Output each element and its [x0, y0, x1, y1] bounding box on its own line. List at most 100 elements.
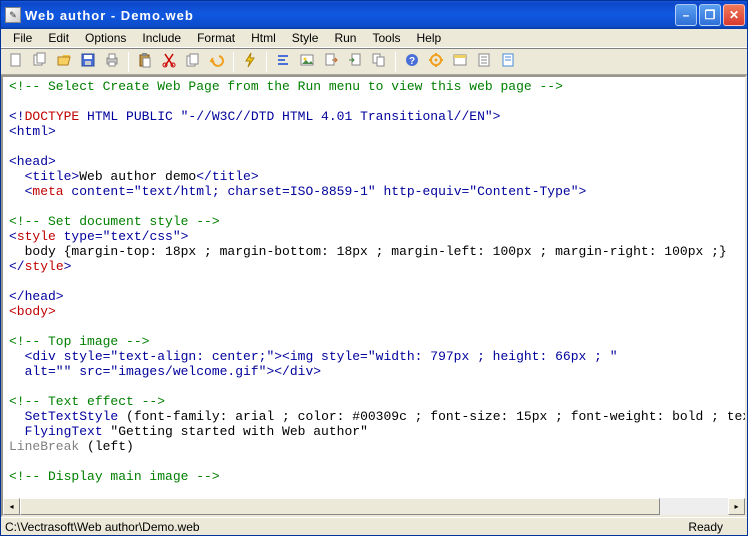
close-button[interactable]: ✕	[723, 4, 745, 26]
paste-button[interactable]	[134, 51, 156, 73]
gear-button[interactable]	[425, 51, 447, 73]
toolbar: ?	[1, 48, 747, 75]
new-icon	[8, 52, 24, 71]
code-line: <head>	[9, 154, 743, 169]
code-line: <html>	[9, 124, 743, 139]
scroll-right-button[interactable]: ▸	[728, 498, 745, 515]
copy-icon	[185, 52, 201, 71]
save-button[interactable]	[77, 51, 99, 73]
doc-out-button[interactable]	[320, 51, 342, 73]
code-line: <style type="text/css">	[9, 229, 743, 244]
code-line: <!-- Top image -->	[9, 334, 743, 349]
code-line: <!-- Set document style -->	[9, 214, 743, 229]
scroll-left-button[interactable]: ◂	[3, 498, 20, 515]
lightning-button[interactable]	[239, 51, 261, 73]
menu-style[interactable]: Style	[284, 30, 327, 46]
save-icon	[80, 52, 96, 71]
image-button[interactable]	[296, 51, 318, 73]
menu-help[interactable]: Help	[409, 30, 450, 46]
minimize-button[interactable]: –	[675, 4, 697, 26]
separator	[128, 52, 129, 72]
cut-button[interactable]	[158, 51, 180, 73]
page-icon	[476, 52, 492, 71]
code-line	[9, 94, 743, 109]
separator	[266, 52, 267, 72]
open-button[interactable]	[53, 51, 75, 73]
menu-file[interactable]: File	[5, 30, 40, 46]
lightning-icon	[242, 52, 258, 71]
code-line: alt="" src="images/welcome.gif"></div>	[9, 364, 743, 379]
code-line: <body>	[9, 304, 743, 319]
status-path: C:\Vectrasoft\Web author\Demo.web	[5, 520, 200, 534]
page2-icon	[500, 52, 516, 71]
menu-html[interactable]: Html	[243, 30, 284, 46]
print-icon	[104, 52, 120, 71]
code-line: LineBreak (left)	[9, 439, 743, 454]
menubar: FileEditOptionsIncludeFormatHtmlStyleRun…	[1, 29, 747, 48]
code-line: FlyingText "Getting started with Web aut…	[9, 424, 743, 439]
code-line: <!-- Display main image -->	[9, 469, 743, 484]
status-ready: Ready	[688, 520, 723, 534]
paste-icon	[137, 52, 153, 71]
doc-dup-icon	[371, 52, 387, 71]
page2-button[interactable]	[497, 51, 519, 73]
code-line: <meta content="text/html; charset=ISO-88…	[9, 184, 743, 199]
para-left-icon	[275, 52, 291, 71]
print-button[interactable]	[101, 51, 123, 73]
window-icon	[452, 52, 468, 71]
undo-icon	[209, 52, 225, 71]
menu-tools[interactable]: Tools	[364, 30, 408, 46]
app-icon: ✎	[5, 7, 21, 23]
open-icon	[56, 52, 72, 71]
code-line	[9, 454, 743, 469]
code-line	[9, 199, 743, 214]
code-line: </style>	[9, 259, 743, 274]
menu-include[interactable]: Include	[134, 30, 189, 46]
doc-dup-button[interactable]	[368, 51, 390, 73]
new-button[interactable]	[5, 51, 27, 73]
page-button[interactable]	[473, 51, 495, 73]
code-line	[9, 319, 743, 334]
code-line: body {margin-top: 18px ; margin-bottom: …	[9, 244, 743, 259]
menu-edit[interactable]: Edit	[40, 30, 77, 46]
doc-in-button[interactable]	[344, 51, 366, 73]
gear-icon	[428, 52, 444, 71]
separator	[395, 52, 396, 72]
window-controls: – ❐ ✕	[675, 4, 745, 26]
menu-run[interactable]: Run	[326, 30, 364, 46]
separator	[233, 52, 234, 72]
code-line: <!DOCTYPE HTML PUBLIC "-//W3C//DTD HTML …	[9, 109, 743, 124]
undo-button[interactable]	[206, 51, 228, 73]
scroll-thumb[interactable]	[20, 498, 660, 515]
doc-out-icon	[323, 52, 339, 71]
help-button[interactable]: ?	[401, 51, 423, 73]
code-line: <div style="text-align: center;"><img st…	[9, 349, 743, 364]
code-line	[9, 379, 743, 394]
copy-button[interactable]	[182, 51, 204, 73]
horizontal-scrollbar[interactable]: ◂ ▸	[3, 498, 745, 515]
copy-doc-icon	[32, 52, 48, 71]
copy-doc-button[interactable]	[29, 51, 51, 73]
code-line	[9, 274, 743, 289]
titlebar: ✎ Web author - Demo.web – ❐ ✕	[1, 1, 747, 29]
code-line: </head>	[9, 289, 743, 304]
image-icon	[299, 52, 315, 71]
statusbar: C:\Vectrasoft\Web author\Demo.web Ready	[1, 517, 747, 535]
code-line: SetTextStyle (font-family: arial ; color…	[9, 409, 743, 424]
help-icon: ?	[404, 52, 420, 71]
window-button[interactable]	[449, 51, 471, 73]
para-left-button[interactable]	[272, 51, 294, 73]
scroll-track[interactable]	[20, 498, 728, 515]
menu-options[interactable]: Options	[77, 30, 134, 46]
cut-icon	[161, 52, 177, 71]
menu-format[interactable]: Format	[189, 30, 243, 46]
window-title: Web author - Demo.web	[25, 8, 675, 23]
code-line: <!-- Text effect -->	[9, 394, 743, 409]
editor-wrap: <!-- Select Create Web Page from the Run…	[1, 75, 747, 517]
code-editor[interactable]: <!-- Select Create Web Page from the Run…	[3, 77, 745, 498]
doc-in-icon	[347, 52, 363, 71]
svg-text:?: ?	[409, 56, 415, 67]
code-line: <!-- Select Create Web Page from the Run…	[9, 79, 743, 94]
maximize-button[interactable]: ❐	[699, 4, 721, 26]
code-line: <title>Web author demo</title>	[9, 169, 743, 184]
